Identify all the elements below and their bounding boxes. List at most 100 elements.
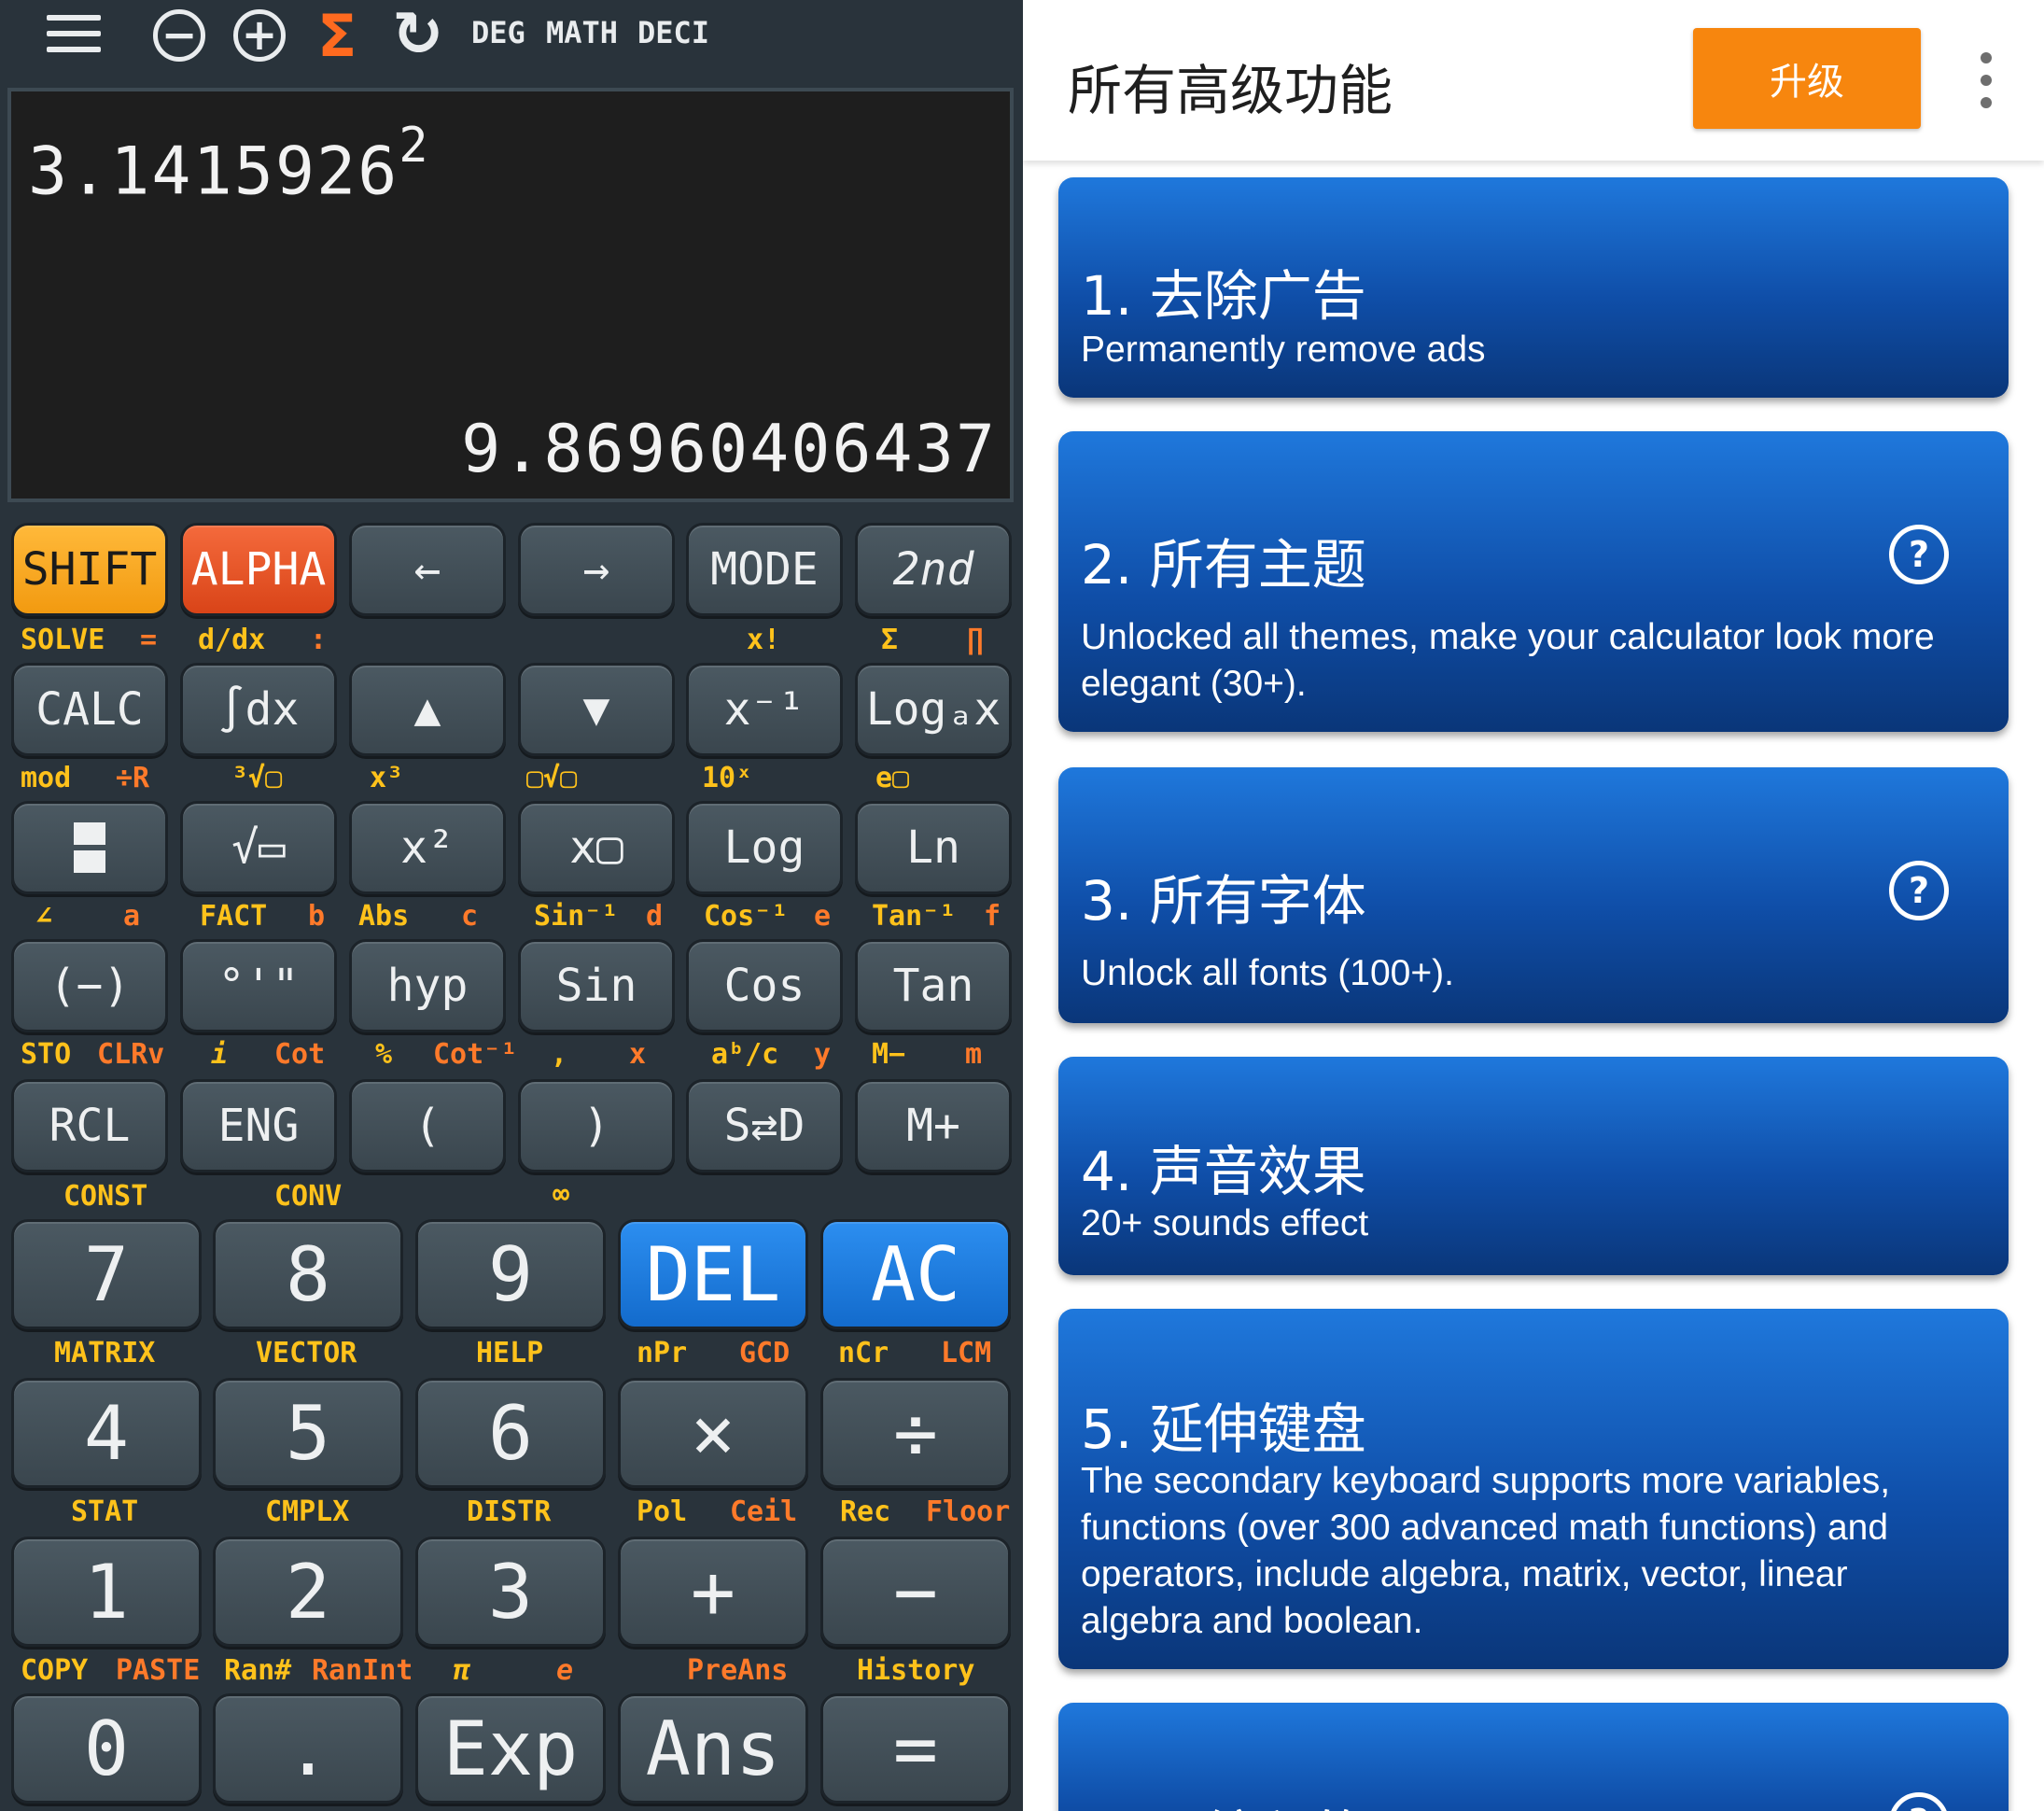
sin-key[interactable]: Sin	[518, 939, 675, 1032]
exp-key[interactable]: Exp	[415, 1693, 606, 1804]
label-cot: Cot	[274, 1038, 326, 1071]
expression-base: 3.1415926	[28, 133, 399, 210]
subtract-key[interactable]: −	[820, 1537, 1011, 1647]
label-derivative: d/dx	[198, 624, 266, 656]
feature-card-fonts[interactable]: 3. 所有字体 ? Unlock all fonts (100+).	[1058, 767, 2009, 1023]
square-key[interactable]: x²	[349, 801, 506, 894]
hyp-key[interactable]: hyp	[349, 939, 506, 1032]
label-var-f: f	[984, 900, 1001, 933]
calculator-display[interactable]: 3.14159262 9.86960406437	[7, 88, 1014, 502]
digit-0-key[interactable]: 0	[11, 1693, 202, 1804]
cursor-right-key[interactable]: →	[518, 523, 675, 616]
label-euler: e	[556, 1654, 574, 1687]
feature-title: 1. 去除广告	[1081, 264, 1366, 328]
cursor-left-key[interactable]: ←	[349, 523, 506, 616]
more-options-icon[interactable]	[1975, 52, 1997, 108]
equals-key[interactable]: =	[820, 1693, 1011, 1804]
s-to-d-key[interactable]: S⇄D	[686, 1079, 843, 1172]
help-icon[interactable]: ?	[1889, 861, 1949, 920]
tan-key[interactable]: Tan	[855, 939, 1012, 1032]
cursor-up-key[interactable]: ▲	[349, 663, 506, 756]
page-title: 所有高级功能	[1068, 59, 1393, 122]
shift-key[interactable]: SHIFT	[11, 523, 168, 616]
integral-key[interactable]: ∫dx	[180, 663, 337, 756]
label-pi: π	[454, 1654, 471, 1687]
power-key[interactable]: x▢	[518, 801, 675, 894]
label-var-a: a	[123, 900, 141, 933]
help-icon[interactable]: ?	[1889, 1792, 1949, 1811]
upgrade-button[interactable]: 升级	[1693, 28, 1921, 129]
label-nth-root: ▢√▢	[526, 762, 578, 794]
second-key[interactable]: 2nd	[855, 523, 1012, 616]
label-random: Ran#	[224, 1654, 292, 1687]
m-plus-key[interactable]: M+	[855, 1079, 1012, 1172]
ans-key[interactable]: Ans	[618, 1693, 808, 1804]
angle-mode[interactable]: DEG	[471, 15, 525, 50]
feature-description: 20+ sounds effect	[1081, 1203, 1369, 1243]
label-mod: mod	[21, 762, 72, 794]
premium-features-panel: 所有高级功能 升级 1. 去除广告 Permanently remove ads…	[1023, 0, 2044, 1811]
sigma-icon[interactable]: Σ	[317, 2, 357, 70]
digit-7-key[interactable]: 7	[11, 1219, 202, 1329]
digit-3-key[interactable]: 3	[415, 1537, 606, 1647]
label-arcsin: Sin⁻¹	[534, 900, 619, 933]
label-npr: nPr	[637, 1337, 688, 1369]
mode-key[interactable]: MODE	[686, 523, 843, 616]
eng-key[interactable]: ENG	[180, 1079, 337, 1172]
label-arccot: Cot⁻¹	[433, 1038, 518, 1071]
negative-key[interactable]: (−)	[11, 939, 168, 1032]
digit-8-key[interactable]: 8	[213, 1219, 403, 1329]
multiply-key[interactable]: ×	[618, 1378, 808, 1488]
input-mode[interactable]: MATH	[546, 15, 618, 50]
degree-key[interactable]: °'"	[180, 939, 337, 1032]
label-e-power: e▢	[875, 762, 910, 794]
label-factorial: x!	[747, 624, 781, 656]
label-sto: STO	[21, 1038, 72, 1071]
close-paren-key[interactable]: )	[518, 1079, 675, 1172]
number-mode[interactable]: DECI	[637, 15, 709, 50]
decimal-point-key[interactable]: .	[213, 1693, 403, 1804]
add-key[interactable]: +	[618, 1537, 808, 1647]
log-key[interactable]: Log	[686, 801, 843, 894]
sqrt-key[interactable]: √▭	[180, 801, 337, 894]
digit-2-key[interactable]: 2	[213, 1537, 403, 1647]
feature-card-programmable[interactable]: 1. 可编程的 ?	[1058, 1703, 2009, 1811]
expression: 3.14159262	[28, 118, 430, 210]
label-random-int: RanInt	[312, 1654, 413, 1687]
open-paren-key[interactable]: (	[349, 1079, 506, 1172]
digit-1-key[interactable]: 1	[11, 1537, 202, 1647]
feature-card-remove-ads[interactable]: 1. 去除广告 Permanently remove ads	[1058, 177, 2009, 398]
delete-key[interactable]: DEL	[618, 1219, 808, 1329]
label-mixed-fraction: aᵇ/c	[711, 1038, 779, 1071]
ln-key[interactable]: Ln	[855, 801, 1012, 894]
label-pol: Pol	[637, 1495, 688, 1528]
alpha-key[interactable]: ALPHA	[180, 523, 337, 616]
decrease-font-icon[interactable]: −	[153, 9, 205, 62]
digit-4-key[interactable]: 4	[11, 1378, 202, 1488]
label-fact: FACT	[200, 900, 268, 933]
feature-title: 2. 所有主题	[1081, 533, 1366, 597]
digit-5-key[interactable]: 5	[213, 1378, 403, 1488]
cursor-down-key[interactable]: ▼	[518, 663, 675, 756]
label-stat: STAT	[71, 1495, 139, 1528]
help-icon[interactable]: ?	[1889, 525, 1949, 584]
rcl-key[interactable]: RCL	[11, 1079, 168, 1172]
inverse-key[interactable]: x⁻¹	[686, 663, 843, 756]
label-help: HELP	[476, 1337, 544, 1369]
feature-card-themes[interactable]: 2. 所有主题 ? Unlocked all themes, make your…	[1058, 431, 2009, 732]
convert-icon[interactable]: ↻	[392, 0, 443, 70]
increase-font-icon[interactable]: +	[233, 9, 286, 62]
calc-key[interactable]: CALC	[11, 663, 168, 756]
label-copy: COPY	[21, 1654, 89, 1687]
feature-card-extended-keyboard[interactable]: 5. 延伸键盘 The secondary keyboard supports …	[1058, 1309, 2009, 1669]
cos-key[interactable]: Cos	[686, 939, 843, 1032]
all-clear-key[interactable]: AC	[820, 1219, 1011, 1329]
digit-6-key[interactable]: 6	[415, 1378, 606, 1488]
feature-card-sounds[interactable]: 4. 声音效果 20+ sounds effect	[1058, 1057, 2009, 1275]
divide-key[interactable]: ÷	[820, 1378, 1011, 1488]
label-comma: ,	[551, 1038, 568, 1071]
digit-9-key[interactable]: 9	[415, 1219, 606, 1329]
log-base-key[interactable]: Logₐx	[855, 663, 1012, 756]
menu-icon[interactable]	[47, 15, 101, 56]
fraction-key[interactable]	[11, 801, 168, 894]
